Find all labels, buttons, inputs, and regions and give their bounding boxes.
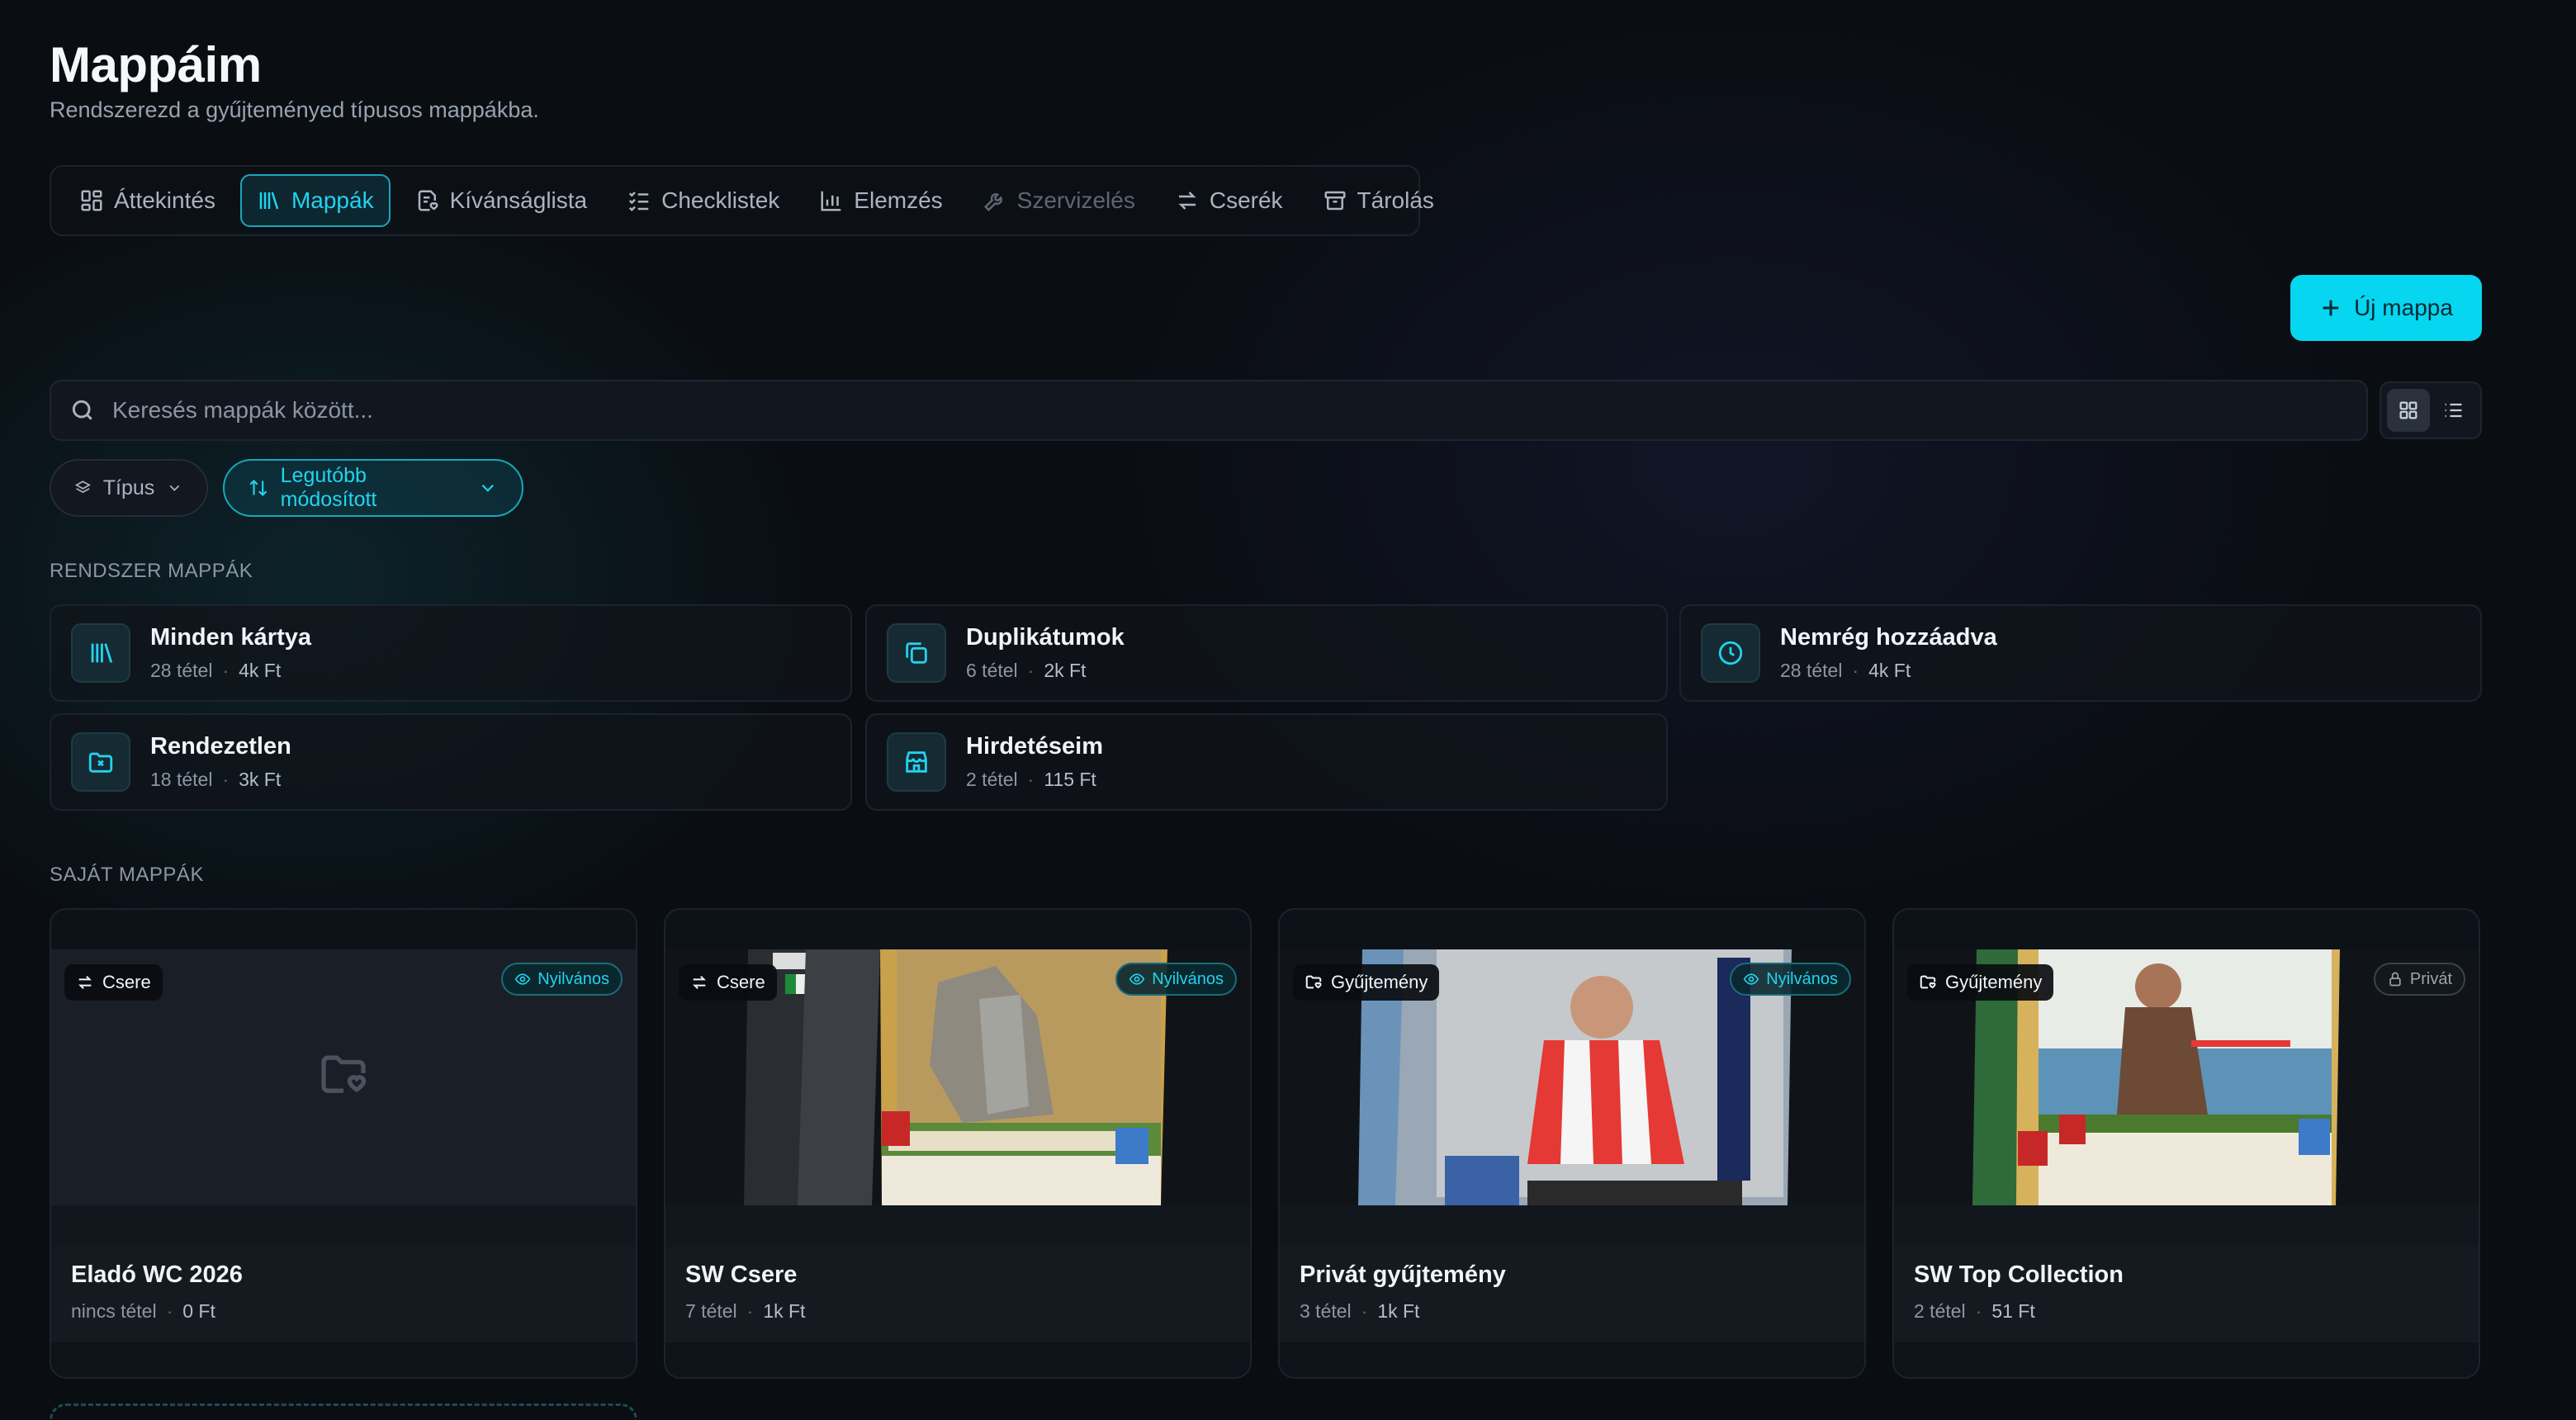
view-toggle <box>2379 381 2482 439</box>
new-folder-button[interactable]: Új mappa <box>2290 275 2482 341</box>
tab-label: Áttekintés <box>114 187 215 213</box>
folder-card-sw-csere[interactable]: Csere Nyilvános SW Csere 7 tétel · 1k Ft <box>664 908 1252 1379</box>
dashboard-icon <box>81 190 102 211</box>
tab-label: Tárolás <box>1357 187 1434 213</box>
folder-meta: 18 tétel · 3k Ft <box>150 769 282 790</box>
wishlist-icon <box>418 190 438 211</box>
folder-meta: 2 tétel · 115 Ft <box>966 769 1096 790</box>
swap-icon <box>693 975 706 990</box>
eye-icon <box>515 973 531 985</box>
checklist-icon <box>628 192 649 212</box>
tab-bar: Áttekintés Mappák Kívánságlista Checklis… <box>50 165 1434 236</box>
system-folder-unsorted[interactable]: Rendezetlen 18 tétel · 3k Ft <box>50 713 852 811</box>
tab-analysis[interactable]: Elemzés <box>804 174 957 227</box>
tab-checklists[interactable]: Checklistek <box>612 174 794 227</box>
folder-name: Eladó WC 2026 <box>71 1261 243 1288</box>
folder-meta: 28 tétel · 4k Ft <box>1780 660 1911 681</box>
folder-heart-icon <box>317 1049 370 1106</box>
folder-type-badge: Gyűjtemény <box>1293 964 1440 1001</box>
tab-folders[interactable]: Mappák <box>239 174 391 227</box>
tab-label: Szervizelés <box>1016 187 1135 213</box>
grid-view-button[interactable] <box>2387 389 2430 432</box>
swap-icon <box>78 975 92 990</box>
eye-icon <box>1744 973 1759 985</box>
search-icon <box>72 400 92 420</box>
visibility-badge: Nyilvános <box>501 963 623 996</box>
folder-x-icon <box>71 732 130 792</box>
system-folder-all-cards[interactable]: Minden kártya 28 tétel · 4k Ft <box>50 604 852 702</box>
visibility-badge: Privát <box>2373 963 2465 996</box>
system-folder-recent[interactable]: Nemrég hozzáadva 28 tétel · 4k Ft <box>1679 604 2482 702</box>
copy-icon <box>887 623 946 683</box>
store-icon <box>887 732 946 792</box>
tab-label: Cserék <box>1209 187 1283 213</box>
folder-heart-icon <box>1305 975 1322 989</box>
sort-filter[interactable]: Legutóbb módosított <box>223 459 523 517</box>
tab-label: Kívánságlista <box>449 187 588 213</box>
swap-icon <box>1178 192 1196 210</box>
folder-name: Nemrég hozzáadva <box>1780 624 1997 651</box>
list-view-button[interactable] <box>2432 389 2474 432</box>
add-folder-placeholder[interactable] <box>50 1403 637 1420</box>
folder-card-sw-top-collection[interactable]: Gyűjtemény Privát SW Top Collection 2 té… <box>1892 908 2480 1379</box>
type-filter-label: Típus <box>102 476 155 499</box>
folder-heart-icon <box>1920 975 1936 989</box>
folder-name: Privát gyűjtemény <box>1300 1261 1506 1288</box>
plus-icon <box>2323 300 2339 316</box>
tab-trades[interactable]: Cserék <box>1160 174 1298 227</box>
grid-icon <box>2399 401 2417 419</box>
archive-icon <box>1324 191 1346 211</box>
library-icon <box>259 192 279 210</box>
folder-type-badge: Csere <box>679 964 777 1001</box>
layers-icon <box>74 480 91 494</box>
folder-meta: nincs tétel · 0 Ft <box>71 1300 215 1322</box>
wrench-icon <box>983 193 1002 212</box>
bar-chart-icon <box>821 191 841 211</box>
search-bar <box>50 380 2368 441</box>
folder-name: Duplikátumok <box>966 624 1125 651</box>
folder-type-badge: Gyűjtemény <box>1907 964 2054 1001</box>
folder-name: SW Top Collection <box>1914 1261 2124 1288</box>
folder-meta: 28 tétel · 4k Ft <box>150 660 282 681</box>
new-folder-label: Új mappa <box>2354 295 2453 320</box>
folder-name: Minden kártya <box>150 624 311 651</box>
visibility-badge: Nyilvános <box>1730 963 1851 996</box>
folder-meta: 2 tétel · 51 Ft <box>1914 1300 2035 1322</box>
tab-label: Mappák <box>291 187 374 213</box>
page-subtitle: Rendszerezd a gyűjteményed típusos mappá… <box>50 97 539 122</box>
tab-wishlist[interactable]: Kívánságlista <box>400 174 603 227</box>
page-title: Mappáim <box>50 37 262 92</box>
folder-meta: 7 tétel · 1k Ft <box>685 1300 806 1322</box>
system-folders-heading: RENDSZER MAPPÁK <box>50 560 253 582</box>
own-folders-heading: SAJÁT MAPPÁK <box>50 864 204 886</box>
type-filter[interactable]: Típus <box>50 459 208 517</box>
chevron-down-icon <box>169 485 180 491</box>
folder-card-wc2026[interactable]: Csere Nyilvános Eladó WC 2026 nincs téte… <box>50 908 637 1379</box>
lock-icon <box>2389 972 2401 987</box>
tab-servicing: Szervizelés <box>968 174 1150 227</box>
folder-name: SW Csere <box>685 1261 798 1288</box>
sort-icon <box>249 479 268 497</box>
library-icon <box>71 623 130 683</box>
sort-filter-label: Legutóbb módosított <box>280 464 377 511</box>
folder-meta: 6 tétel · 2k Ft <box>966 660 1087 681</box>
chevron-down-icon <box>482 485 495 492</box>
tab-storage[interactable]: Tárolás <box>1308 174 1449 227</box>
tab-label: Checklistek <box>661 187 780 213</box>
folder-meta: 3 tétel · 1k Ft <box>1300 1300 1420 1322</box>
eye-icon <box>1129 973 1145 985</box>
folder-name: Rendezetlen <box>150 733 291 760</box>
list-icon <box>2445 403 2462 418</box>
system-folder-my-listings[interactable]: Hirdetéseim 2 tétel · 115 Ft <box>865 713 1668 811</box>
clock-icon <box>1701 623 1760 683</box>
folder-card-private-collection[interactable]: Gyűjtemény Nyilvános Privát gyűjtemény 3… <box>1278 908 1866 1379</box>
search-input[interactable] <box>112 397 2348 424</box>
tab-overview[interactable]: Áttekintés <box>64 174 230 227</box>
folder-type-badge: Csere <box>64 964 163 1001</box>
tab-label: Elemzés <box>854 187 943 213</box>
folder-name: Hirdetéseim <box>966 733 1104 760</box>
visibility-badge: Nyilvános <box>1115 963 1237 996</box>
system-folder-duplicates[interactable]: Duplikátumok 6 tétel · 2k Ft <box>865 604 1668 702</box>
